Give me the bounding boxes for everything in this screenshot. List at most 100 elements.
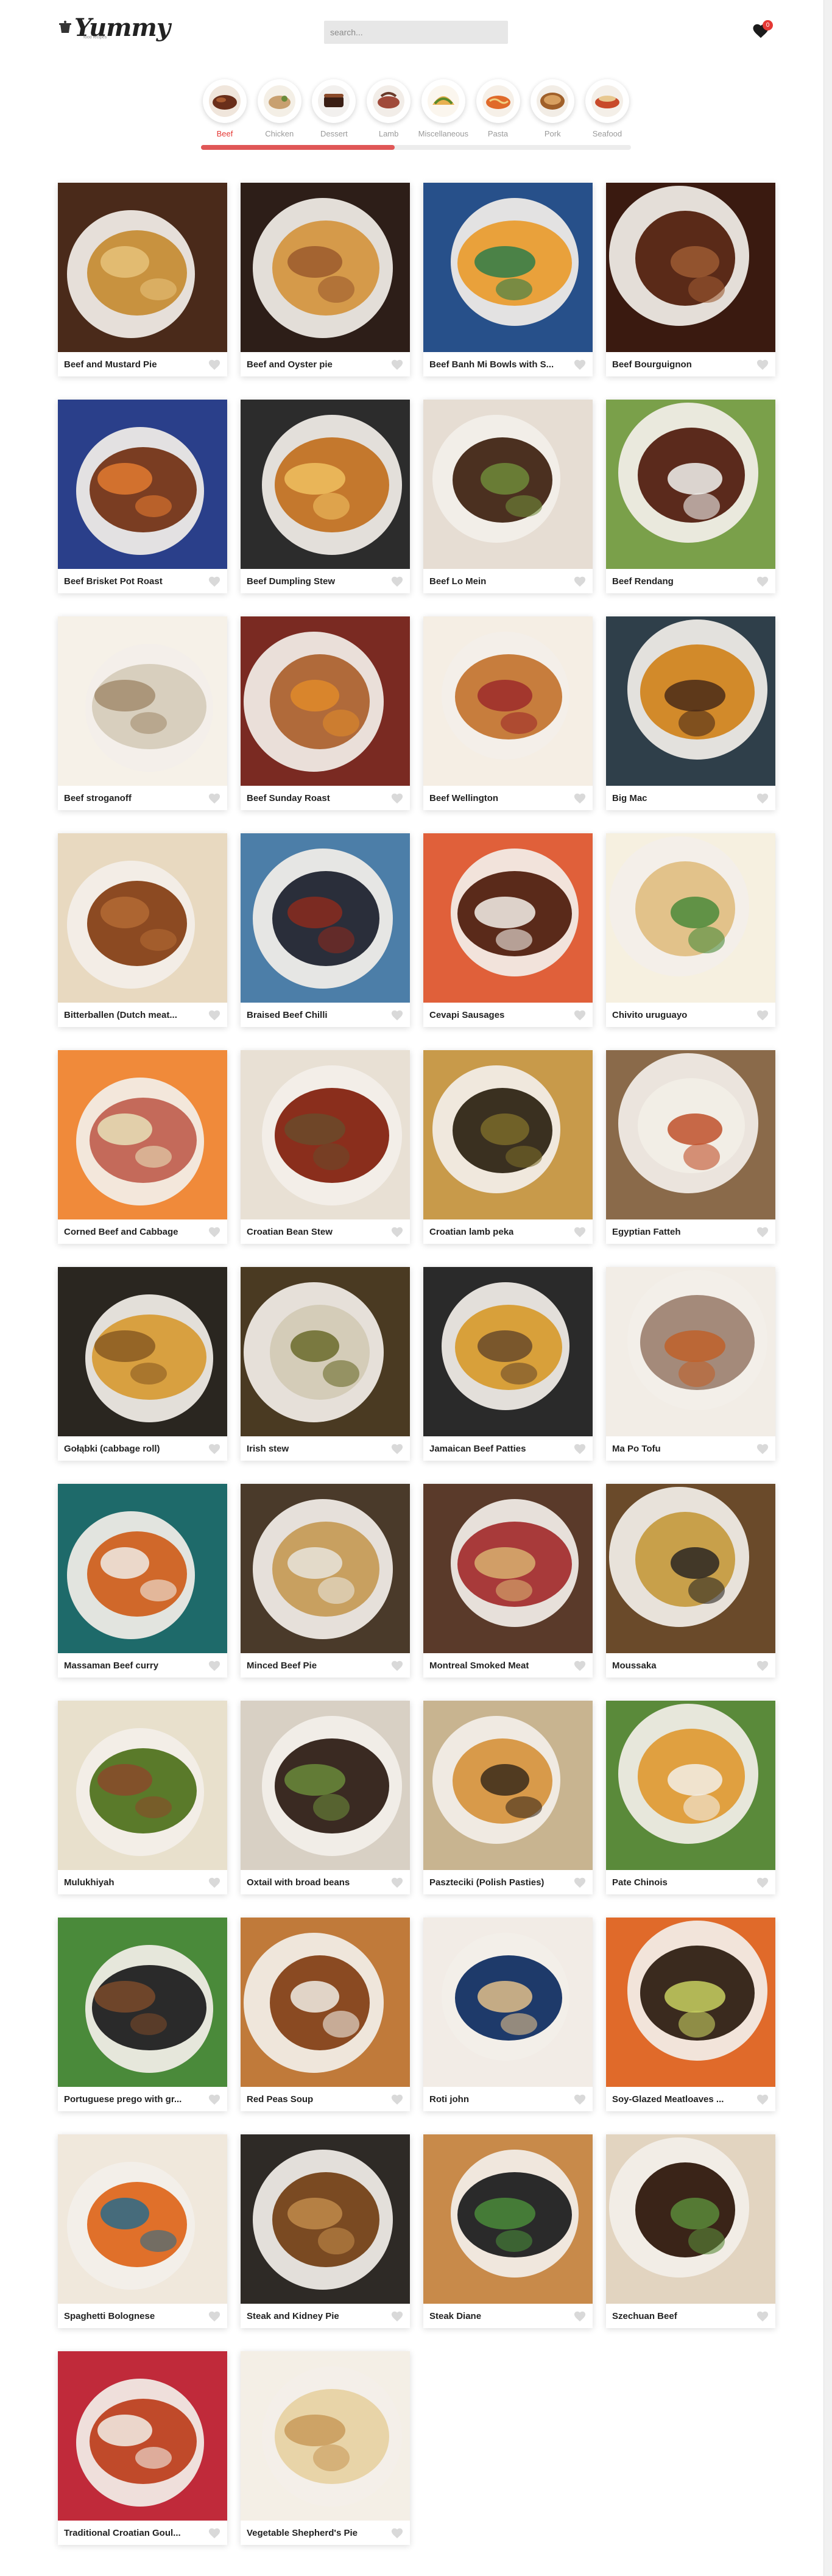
meal-title[interactable]: Roti john bbox=[429, 2094, 469, 2105]
meal-title[interactable]: Braised Beef Chilli bbox=[247, 1010, 328, 1020]
meal-title[interactable]: Croatian lamb peka bbox=[429, 1227, 513, 1237]
meal-card[interactable]: Egyptian Fatteh bbox=[606, 1050, 775, 1244]
meal-title[interactable]: Bitterballen (Dutch meat... bbox=[64, 1010, 177, 1020]
meal-card[interactable]: Roti john bbox=[423, 1918, 593, 2111]
heart-icon[interactable] bbox=[208, 1009, 221, 1021]
meal-card[interactable]: Beef Brisket Pot Roast bbox=[58, 400, 227, 593]
meal-photo[interactable] bbox=[606, 833, 775, 1003]
meal-title[interactable]: Beef and Mustard Pie bbox=[64, 359, 157, 370]
meal-photo[interactable] bbox=[58, 2134, 227, 2304]
meal-title[interactable]: Spaghetti Bolognese bbox=[64, 2311, 155, 2321]
meal-card[interactable]: Ma Po Tofu bbox=[606, 1267, 775, 1461]
meal-photo[interactable] bbox=[241, 1484, 410, 1653]
meal-card[interactable]: Moussaka bbox=[606, 1484, 775, 1678]
heart-icon[interactable] bbox=[390, 1226, 404, 1238]
meal-card[interactable]: Cevapi Sausages bbox=[423, 833, 593, 1027]
meal-photo[interactable] bbox=[241, 833, 410, 1003]
heart-icon[interactable] bbox=[756, 2093, 769, 2105]
meal-card[interactable]: Beef Wellington bbox=[423, 616, 593, 810]
meal-photo[interactable] bbox=[423, 1701, 593, 1870]
category-scrollbar-thumb[interactable] bbox=[201, 145, 395, 150]
meal-card[interactable]: Pate Chinois bbox=[606, 1701, 775, 1894]
meal-photo[interactable] bbox=[606, 2134, 775, 2304]
heart-icon[interactable] bbox=[573, 2093, 587, 2105]
meal-card[interactable]: Gołąbki (cabbage roll) bbox=[58, 1267, 227, 1461]
meal-title[interactable]: Traditional Croatian Goul... bbox=[64, 2528, 181, 2538]
meal-photo[interactable] bbox=[241, 616, 410, 786]
meal-photo[interactable] bbox=[606, 616, 775, 786]
meal-title[interactable]: Ma Po Tofu bbox=[612, 1444, 661, 1454]
meal-card[interactable]: Beef Lo Mein bbox=[423, 400, 593, 593]
heart-icon[interactable] bbox=[573, 2310, 587, 2322]
meal-card[interactable]: Mulukhiyah bbox=[58, 1701, 227, 1894]
heart-icon[interactable] bbox=[208, 1442, 221, 1455]
meal-photo[interactable] bbox=[241, 1267, 410, 1436]
heart-icon[interactable] bbox=[390, 575, 404, 587]
meal-photo[interactable] bbox=[58, 1267, 227, 1436]
meal-title[interactable]: Red Peas Soup bbox=[247, 2094, 313, 2105]
heart-icon[interactable] bbox=[390, 2093, 404, 2105]
meal-title[interactable]: Beef Wellington bbox=[429, 793, 498, 803]
meal-title[interactable]: Corned Beef and Cabbage bbox=[64, 1227, 178, 1237]
meal-photo[interactable] bbox=[423, 1484, 593, 1653]
heart-icon[interactable] bbox=[756, 792, 769, 804]
heart-icon[interactable] bbox=[390, 1442, 404, 1455]
meal-photo[interactable] bbox=[58, 616, 227, 786]
meal-photo[interactable] bbox=[58, 1701, 227, 1870]
heart-icon[interactable] bbox=[573, 1442, 587, 1455]
meal-photo[interactable] bbox=[606, 183, 775, 352]
meal-title[interactable]: Pate Chinois bbox=[612, 1877, 668, 1888]
meal-photo[interactable] bbox=[606, 400, 775, 569]
category-chicken[interactable]: Chicken bbox=[256, 79, 303, 138]
meal-title[interactable]: Cevapi Sausages bbox=[429, 1010, 504, 1020]
meal-photo[interactable] bbox=[58, 2351, 227, 2521]
meal-title[interactable]: Mulukhiyah bbox=[64, 1877, 115, 1888]
category-scrollbar[interactable] bbox=[201, 145, 631, 150]
category-dessert[interactable]: Dessert bbox=[310, 79, 358, 138]
meal-title[interactable]: Beef Bourguignon bbox=[612, 359, 692, 370]
meal-title[interactable]: Steak Diane bbox=[429, 2311, 481, 2321]
heart-icon[interactable] bbox=[390, 1009, 404, 1021]
heart-icon[interactable] bbox=[208, 1659, 221, 1671]
meal-photo[interactable] bbox=[241, 1918, 410, 2087]
heart-icon[interactable] bbox=[573, 1659, 587, 1671]
heart-icon[interactable] bbox=[756, 2310, 769, 2322]
category-pork[interactable]: Pork bbox=[529, 79, 576, 138]
meal-title[interactable]: Beef Sunday Roast bbox=[247, 793, 330, 803]
meal-title[interactable]: Soy-Glazed Meatloaves ... bbox=[612, 2094, 724, 2105]
meal-photo[interactable] bbox=[423, 833, 593, 1003]
meal-photo[interactable] bbox=[241, 1050, 410, 1219]
meal-card[interactable]: Corned Beef and Cabbage bbox=[58, 1050, 227, 1244]
meal-title[interactable]: Massaman Beef curry bbox=[64, 1660, 158, 1671]
meal-card[interactable]: Bitterballen (Dutch meat... bbox=[58, 833, 227, 1027]
meal-card[interactable]: Irish stew bbox=[241, 1267, 410, 1461]
category-miscellaneous[interactable]: Miscellaneous bbox=[418, 79, 468, 138]
meal-title[interactable]: Beef Banh Mi Bowls with S... bbox=[429, 359, 554, 370]
heart-icon[interactable] bbox=[390, 2310, 404, 2322]
heart-icon[interactable] bbox=[390, 358, 404, 370]
meal-card[interactable]: Chivito uruguayo bbox=[606, 833, 775, 1027]
meal-photo[interactable] bbox=[423, 1050, 593, 1219]
meal-title[interactable]: Portuguese prego with gr... bbox=[64, 2094, 182, 2105]
meal-photo[interactable] bbox=[606, 1701, 775, 1870]
heart-icon[interactable] bbox=[390, 1659, 404, 1671]
meal-title[interactable]: Oxtail with broad beans bbox=[247, 1877, 350, 1888]
meal-photo[interactable] bbox=[241, 183, 410, 352]
meal-card[interactable]: Szechuan Beef bbox=[606, 2134, 775, 2328]
meal-card[interactable]: Croatian Bean Stew bbox=[241, 1050, 410, 1244]
meal-photo[interactable] bbox=[606, 1050, 775, 1219]
heart-icon[interactable] bbox=[208, 358, 221, 370]
heart-icon[interactable] bbox=[390, 792, 404, 804]
meal-title[interactable]: Egyptian Fatteh bbox=[612, 1227, 681, 1237]
meal-photo[interactable] bbox=[58, 1918, 227, 2087]
heart-icon[interactable] bbox=[573, 1226, 587, 1238]
meal-title[interactable]: Vegetable Shepherd's Pie bbox=[247, 2528, 358, 2538]
meal-title[interactable]: Croatian Bean Stew bbox=[247, 1227, 333, 1237]
meal-card[interactable]: Red Peas Soup bbox=[241, 1918, 410, 2111]
meal-photo[interactable] bbox=[423, 400, 593, 569]
heart-icon[interactable] bbox=[208, 2093, 221, 2105]
heart-icon[interactable] bbox=[208, 575, 221, 587]
category-pasta[interactable]: Pasta bbox=[474, 79, 522, 138]
brand-logo[interactable]: Yummy bbox=[58, 13, 171, 43]
meal-photo[interactable] bbox=[58, 1050, 227, 1219]
